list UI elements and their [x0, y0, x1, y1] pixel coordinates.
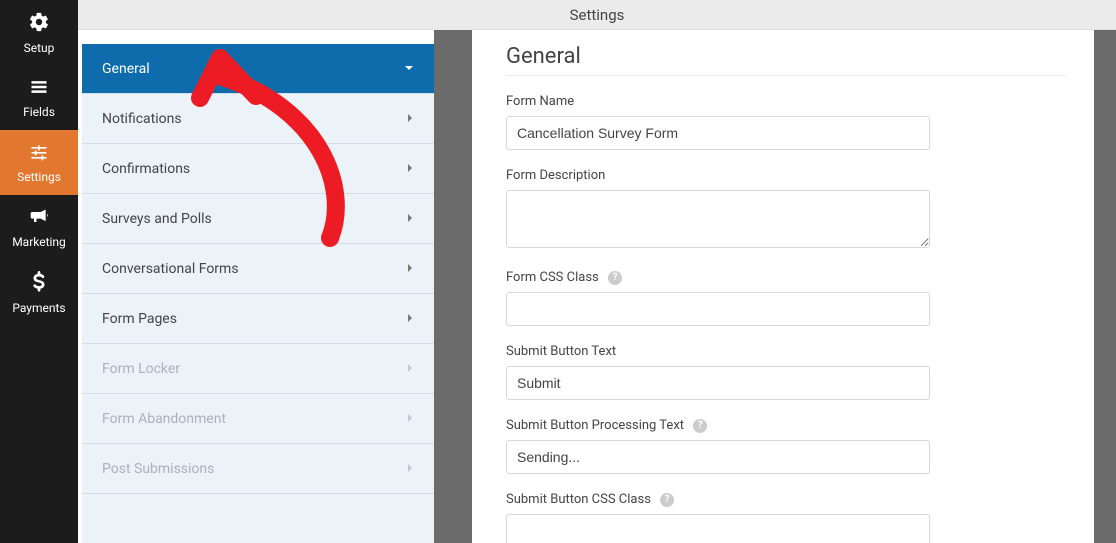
settings-item-general[interactable]: General: [82, 44, 434, 94]
help-icon[interactable]: ?: [660, 493, 674, 507]
content-heading: General: [506, 44, 1068, 69]
submit-button-processing-text-label: Submit Button Processing Text ?: [506, 418, 1068, 433]
chevron-right-icon: [406, 262, 414, 276]
settings-item-label: Notifications: [102, 111, 182, 127]
nav-setup[interactable]: Setup: [0, 0, 78, 65]
list-icon: [28, 77, 50, 101]
chevron-right-icon: [406, 212, 414, 226]
form-description-textarea[interactable]: [506, 190, 930, 248]
nav-fields-label: Fields: [23, 105, 55, 119]
settings-panel: General Notifications Confirmations Surv…: [82, 44, 434, 543]
submit-button-processing-text-input[interactable]: [506, 440, 930, 474]
nav-fields[interactable]: Fields: [0, 65, 78, 130]
form-css-class-label-text: Form CSS Class: [506, 270, 599, 285]
form-css-class-label: Form CSS Class ?: [506, 270, 1068, 285]
field-form-description: Form Description: [506, 168, 1068, 252]
help-icon[interactable]: ?: [608, 271, 622, 285]
chevron-down-icon: [404, 62, 414, 76]
settings-item-label: Form Pages: [102, 311, 177, 327]
submit-button-css-class-input[interactable]: [506, 514, 930, 543]
field-form-css-class: Form CSS Class ?: [506, 270, 1068, 326]
submit-button-css-class-label-text: Submit Button CSS Class: [506, 492, 651, 507]
settings-item-post-submissions[interactable]: Post Submissions: [82, 444, 434, 494]
field-submit-button-processing-text: Submit Button Processing Text ?: [506, 418, 1068, 474]
nav-marketing-label: Marketing: [12, 235, 66, 249]
settings-item-label: Confirmations: [102, 161, 190, 177]
settings-item-label: Form Locker: [102, 361, 180, 377]
settings-item-label: Surveys and Polls: [102, 211, 212, 227]
nav-marketing[interactable]: Marketing: [0, 195, 78, 260]
gear-icon: [28, 11, 50, 37]
chevron-right-icon: [406, 462, 414, 476]
settings-item-label: Conversational Forms: [102, 261, 239, 277]
form-css-class-input[interactable]: [506, 292, 930, 326]
settings-item-form-abandonment[interactable]: Form Abandonment: [82, 394, 434, 444]
chevron-right-icon: [406, 412, 414, 426]
form-description-label: Form Description: [506, 168, 1068, 183]
gutter-right: [1094, 30, 1116, 543]
gutter-top: [434, 0, 472, 30]
settings-item-form-pages[interactable]: Form Pages: [82, 294, 434, 344]
submit-button-css-class-label: Submit Button CSS Class ?: [506, 492, 1068, 507]
form-name-input[interactable]: [506, 116, 930, 150]
sliders-icon: [28, 142, 50, 166]
settings-item-label: Post Submissions: [102, 461, 214, 477]
settings-item-label: Form Abandonment: [102, 411, 226, 427]
settings-item-confirmations[interactable]: Confirmations: [82, 144, 434, 194]
page-title: Settings: [570, 6, 625, 24]
dollar-icon: [31, 271, 47, 297]
main-content: General Form Name Form Description Form …: [472, 30, 1094, 543]
settings-item-label: General: [102, 61, 150, 77]
submit-button-text-label: Submit Button Text: [506, 344, 1068, 359]
nav-payments-label: Payments: [12, 301, 65, 315]
bullhorn-icon: [28, 207, 50, 231]
field-submit-button-css-class: Submit Button CSS Class ?: [506, 492, 1068, 543]
submit-button-text-input[interactable]: [506, 366, 930, 400]
nav-setup-label: Setup: [24, 41, 55, 55]
chevron-right-icon: [406, 112, 414, 126]
field-form-name: Form Name: [506, 94, 1068, 150]
settings-item-surveys-and-polls[interactable]: Surveys and Polls: [82, 194, 434, 244]
help-icon[interactable]: ?: [693, 419, 707, 433]
nav-payments[interactable]: Payments: [0, 260, 78, 325]
settings-item-form-locker[interactable]: Form Locker: [82, 344, 434, 394]
settings-item-conversational-forms[interactable]: Conversational Forms: [82, 244, 434, 294]
divider: [506, 75, 1066, 76]
gutter-left: [434, 30, 472, 543]
settings-item-notifications[interactable]: Notifications: [82, 94, 434, 144]
chevron-right-icon: [406, 162, 414, 176]
field-submit-button-text: Submit Button Text: [506, 344, 1068, 400]
vertical-nav: Setup Fields Settings Marketing Payments: [0, 0, 78, 543]
chevron-right-icon: [406, 312, 414, 326]
submit-button-processing-text-label-text: Submit Button Processing Text: [506, 418, 684, 433]
nav-settings[interactable]: Settings: [0, 130, 78, 195]
page-header: Settings: [78, 0, 1116, 30]
nav-settings-label: Settings: [17, 170, 61, 184]
form-name-label: Form Name: [506, 94, 1068, 109]
chevron-right-icon: [406, 362, 414, 376]
